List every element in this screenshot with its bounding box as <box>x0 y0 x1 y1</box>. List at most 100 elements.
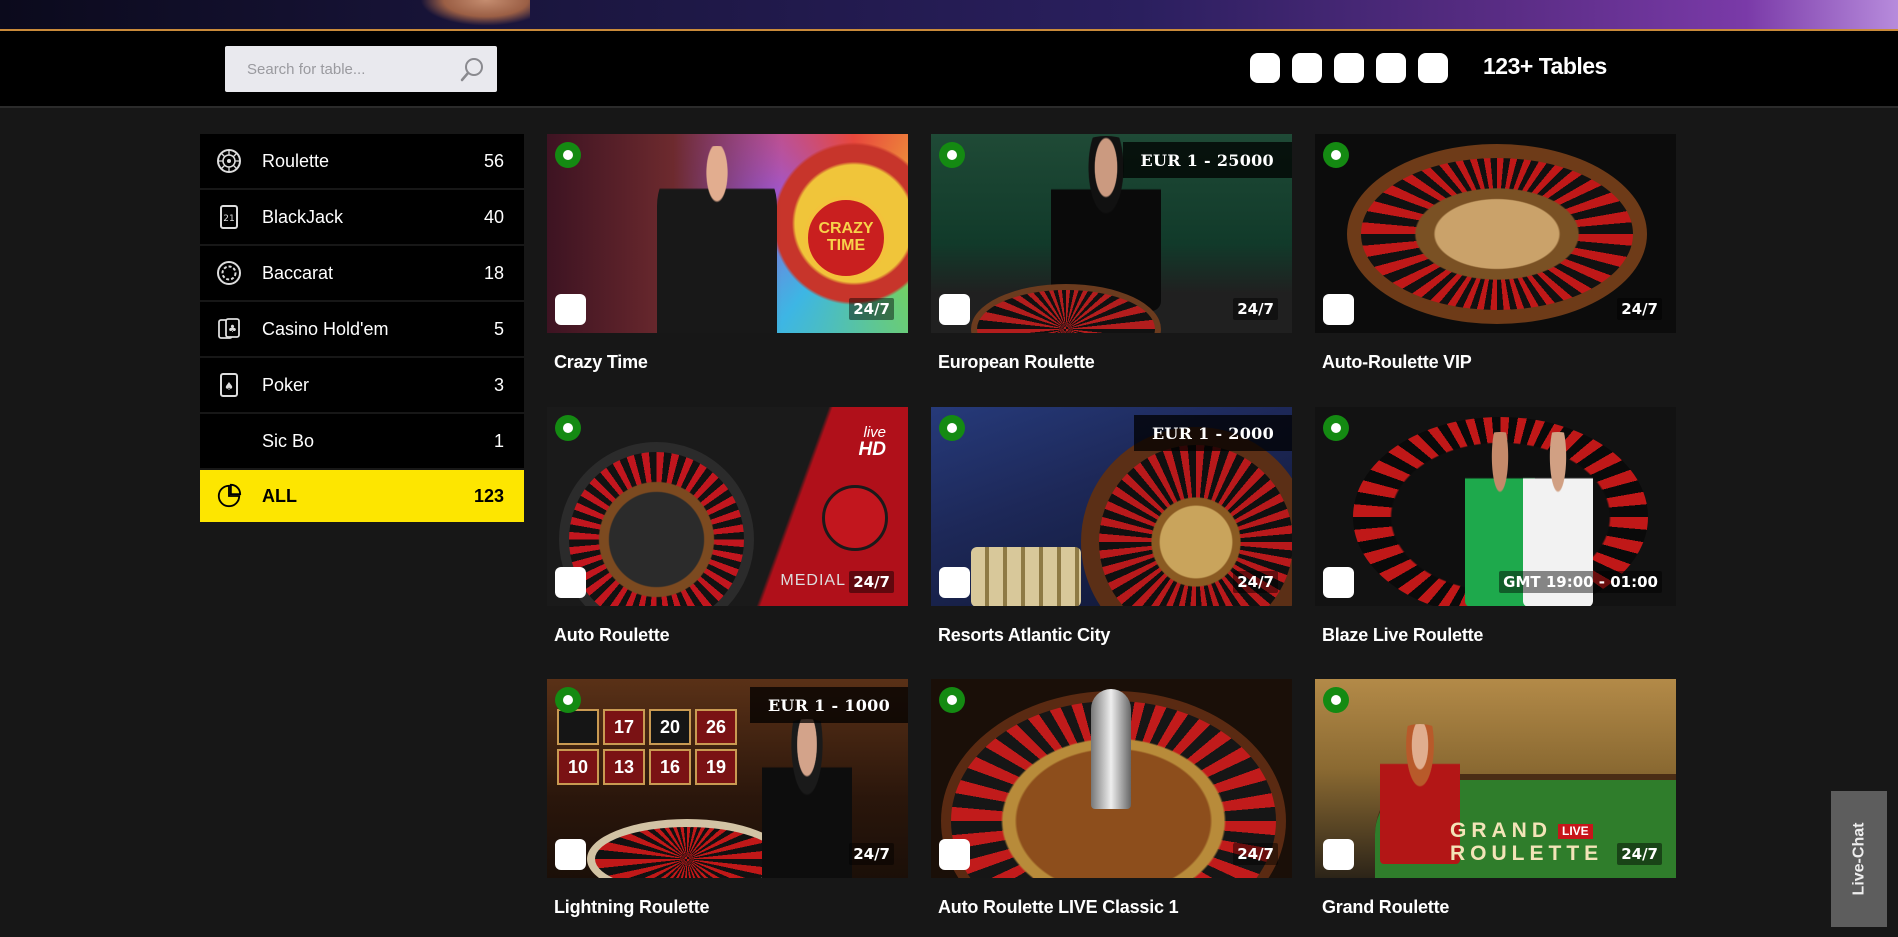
table-card[interactable]: EUR 1 - 25000 24/7 European Roulette <box>931 134 1292 373</box>
category-count: 123 <box>473 485 504 506</box>
table-thumbnail[interactable]: 24/7 <box>931 679 1292 878</box>
favorite-button[interactable] <box>1323 839 1354 870</box>
table-thumbnail[interactable]: 17 20 26 10 13 16 19 EUR 1 - 1000 24/7 <box>547 679 908 878</box>
search-icon[interactable] <box>459 57 485 83</box>
lightning-number-board: 17 20 26 10 13 16 19 <box>557 709 737 785</box>
table-card[interactable]: 17 20 26 10 13 16 19 EUR 1 - 1000 24/7 L… <box>547 679 908 918</box>
table-thumbnail[interactable]: EUR 1 - 2000 24/7 <box>931 407 1292 606</box>
live-status-icon <box>1323 687 1349 713</box>
hours-badge: 24/7 <box>1617 843 1662 865</box>
favorite-button[interactable] <box>939 567 970 598</box>
crazy-time-logo: CRAZY TIME <box>804 196 888 280</box>
dealer-image <box>762 719 852 878</box>
roulette-wheel-image <box>1347 144 1647 324</box>
category-label: ALL <box>262 485 297 506</box>
roulette-wheel-icon <box>216 148 242 174</box>
table-title[interactable]: Auto Roulette LIVE Classic 1 <box>931 897 1292 918</box>
bet-limit-badge: EUR 1 - 2000 <box>1133 415 1292 451</box>
table-thumbnail[interactable]: EUR 1 - 25000 24/7 <box>931 134 1292 333</box>
table-title[interactable]: Resorts Atlantic City <box>931 625 1292 646</box>
favorite-button[interactable] <box>939 294 970 325</box>
category-casino-holdem[interactable]: ♣ Casino Hold'em 5 <box>200 302 524 356</box>
svg-text:♣: ♣ <box>228 324 237 335</box>
dealer-image <box>1380 724 1460 864</box>
category-count: 56 <box>483 150 504 171</box>
language-flag-icon[interactable] <box>1334 53 1364 83</box>
live-chat-label: Live-Chat <box>1850 822 1867 896</box>
svg-text:21: 21 <box>223 214 234 224</box>
category-sic-bo[interactable]: Sic Bo 1 <box>200 414 524 468</box>
favorite-button[interactable] <box>939 839 970 870</box>
table-title[interactable]: Auto-Roulette VIP <box>1315 352 1676 373</box>
table-thumbnail[interactable]: live HD MEDIAL 24/7 <box>547 407 908 606</box>
hours-badge: 24/7 <box>849 843 894 865</box>
language-flag-icon[interactable] <box>1376 53 1406 83</box>
category-roulette[interactable]: Roulette 56 <box>200 134 524 188</box>
table-card[interactable]: 24/7 Auto-Roulette VIP <box>1315 134 1676 373</box>
category-count: 18 <box>483 262 504 283</box>
favorite-button[interactable] <box>555 294 586 325</box>
table-title[interactable]: Blaze Live Roulette <box>1315 625 1676 646</box>
hours-badge: 24/7 <box>1617 298 1662 320</box>
table-title[interactable]: Crazy Time <box>547 352 908 373</box>
hours-badge: 24/7 <box>1233 571 1278 593</box>
category-poker[interactable]: ♠ Poker 3 <box>200 358 524 412</box>
roulette-wheel-image <box>559 442 754 606</box>
hours-badge: GMT 19:00 - 01:00 <box>1499 571 1662 593</box>
live-status-icon <box>555 687 581 713</box>
live-status-icon <box>939 687 965 713</box>
tables-count: 123+ Tables <box>1483 53 1607 79</box>
language-flag-icon[interactable] <box>1250 53 1280 83</box>
table-card[interactable]: live HD MEDIAL 24/7 Auto Roulette <box>547 407 908 646</box>
table-title[interactable]: Lightning Roulette <box>547 897 908 918</box>
language-selector <box>1250 53 1448 83</box>
language-flag-icon[interactable] <box>1418 53 1448 83</box>
live-chat-button[interactable]: Live-Chat <box>1831 791 1887 927</box>
table-card[interactable]: GMT 19:00 - 01:00 Blaze Live Roulette <box>1315 407 1676 646</box>
bet-limit-badge: EUR 1 - 25000 <box>1122 142 1292 178</box>
favorite-button[interactable] <box>1323 294 1354 325</box>
bet-limit-badge: EUR 1 - 1000 <box>749 687 908 723</box>
table-title[interactable]: Grand Roulette <box>1315 897 1676 918</box>
table-title[interactable]: Auto Roulette <box>547 625 908 646</box>
live-hd-logo: live HD <box>858 424 886 460</box>
favorite-button[interactable] <box>555 567 586 598</box>
category-sidebar: Roulette 56 21 BlackJack 40 Baccarat 18 … <box>200 134 524 524</box>
table-thumbnail[interactable]: GRAND LIVE ROULETTE 24/7 <box>1315 679 1676 878</box>
favorite-button[interactable] <box>555 839 586 870</box>
category-blackjack[interactable]: 21 BlackJack 40 <box>200 190 524 244</box>
grand-roulette-logo: GRAND LIVE ROULETTE <box>1450 819 1604 866</box>
category-label: BlackJack <box>262 206 344 227</box>
table-card[interactable]: CRAZY TIME 24/7 Crazy Time <box>547 134 908 373</box>
table-card[interactable]: EUR 1 - 2000 24/7 Resorts Atlantic City <box>931 407 1292 646</box>
table-card[interactable]: 24/7 Auto Roulette LIVE Classic 1 <box>931 679 1292 918</box>
hours-badge: 24/7 <box>849 571 894 593</box>
table-thumbnail[interactable]: 24/7 <box>1315 134 1676 333</box>
baccarat-chip-icon <box>216 260 242 286</box>
table-thumbnail[interactable]: CRAZY TIME 24/7 <box>547 134 908 333</box>
table-thumbnail[interactable]: GMT 19:00 - 01:00 <box>1315 407 1676 606</box>
category-label: Roulette <box>262 150 330 171</box>
provider-logo <box>822 485 888 551</box>
wheel-turret-image <box>1091 689 1131 809</box>
live-status-icon <box>555 415 581 441</box>
category-label: Poker <box>262 374 310 395</box>
category-all[interactable]: ALL 123 <box>200 470 524 522</box>
search-box <box>225 46 497 92</box>
table-card[interactable]: GRAND LIVE ROULETTE 24/7 Grand Roulette <box>1315 679 1676 918</box>
blackjack-card-icon: 21 <box>216 204 242 230</box>
category-baccarat[interactable]: Baccarat 18 <box>200 246 524 300</box>
live-status-icon <box>1323 142 1349 168</box>
hours-badge: 24/7 <box>1233 298 1278 320</box>
chips-image <box>971 547 1081 606</box>
svg-text:♠: ♠ <box>224 380 234 393</box>
category-count: 1 <box>493 430 504 451</box>
favorite-button[interactable] <box>1323 567 1354 598</box>
live-status-icon <box>555 142 581 168</box>
category-label: Sic Bo <box>262 430 315 451</box>
top-header: 123+ Tables <box>0 31 1898 108</box>
search-input[interactable] <box>225 46 445 92</box>
language-flag-icon[interactable] <box>1292 53 1322 83</box>
live-status-icon <box>939 415 965 441</box>
table-title[interactable]: European Roulette <box>931 352 1292 373</box>
